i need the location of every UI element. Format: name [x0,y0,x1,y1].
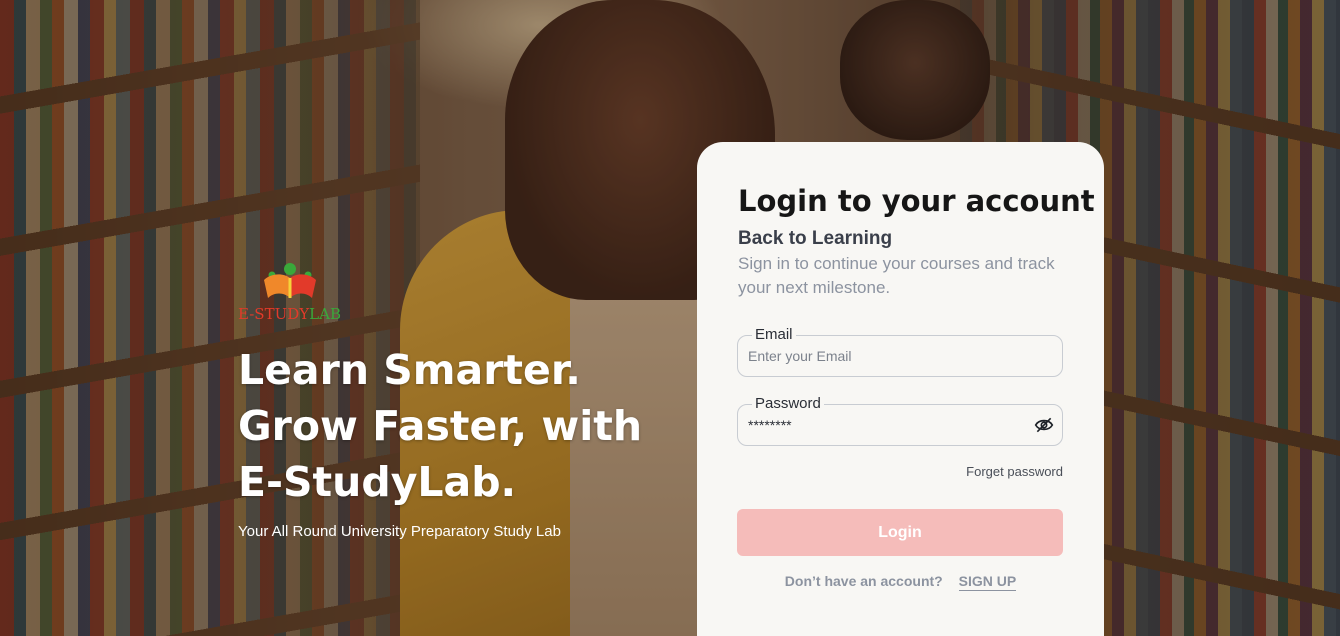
hero-line-1: Learn Smarter. [238,346,581,394]
signup-link[interactable]: SIGN UP [958,573,1017,591]
hero-line-3: E-StudyLab. [238,458,517,506]
eye-off-icon[interactable] [1034,416,1054,434]
email-field: Email [737,326,1063,377]
password-input[interactable] [748,413,1028,437]
brand-logo: E-STUDYLAB [238,262,358,324]
login-card: Login to your account Back to Learning S… [697,142,1104,636]
login-description: Sign in to continue your courses and tra… [738,254,1055,297]
signup-prompt: Don’t have an account? [784,573,943,589]
hero-line-2: Grow Faster, with [238,402,643,450]
login-button[interactable]: Login [737,509,1063,556]
logo-wordmark: E-STUDYLAB [238,305,341,323]
open-book-icon [264,263,316,298]
login-subtitle: Back to Learning [738,228,893,249]
background-photo [0,0,1340,636]
hero-headline: Learn Smarter. Grow Faster, with E-Study… [238,342,678,510]
password-label: Password [752,395,824,413]
login-title: Login to your account [738,184,1095,218]
hero-tagline: Your All Round University Preparatory St… [238,523,561,540]
forget-password-link[interactable]: Forget password [966,464,1063,479]
password-field: Password [737,395,1063,446]
email-input[interactable] [748,344,1028,368]
email-label: Email [752,326,796,344]
signup-row: Don’t have an account? SIGN UP [697,573,1104,591]
